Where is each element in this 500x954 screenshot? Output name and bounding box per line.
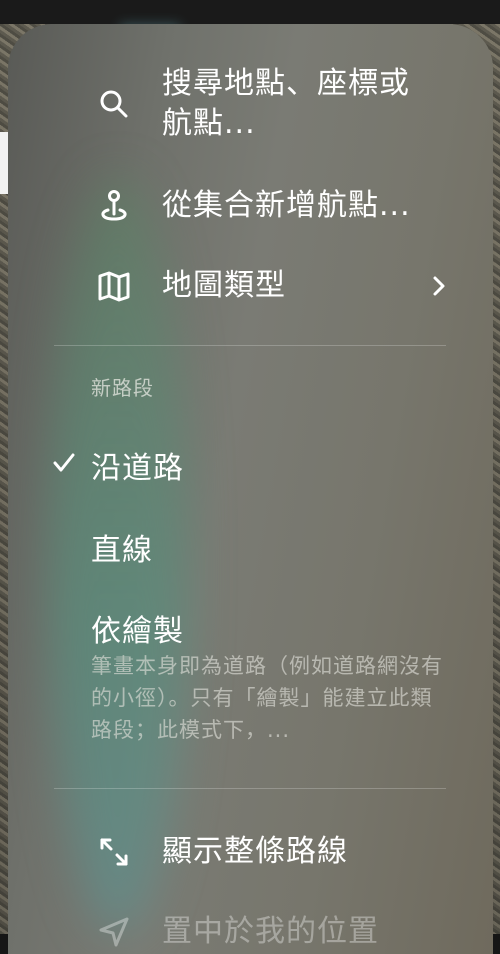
map-type-label: 地圖類型 <box>162 268 286 303</box>
search-menu-item[interactable]: 搜尋地點、座標或 航點... <box>8 64 493 144</box>
segment-option-freehand[interactable]: 依繪製 筆畫本身即為道路（例如道路網沒有的小徑）。只有「繪製」能建立此類路段；此… <box>8 602 493 752</box>
expand-arrows-icon <box>96 834 132 870</box>
show-route-label: 顯示整條路線 <box>162 834 348 869</box>
option-label: 沿道路 <box>91 451 184 486</box>
map-type-item[interactable]: 地圖類型 <box>8 262 493 310</box>
menu-divider <box>54 788 446 789</box>
search-icon <box>96 86 132 122</box>
status-bar <box>0 0 500 24</box>
add-waypoint-label: 從集合新增航點... <box>162 188 411 223</box>
show-entire-route-item[interactable]: 顯示整條路線 <box>8 828 493 876</box>
search-label: 搜尋地點、座標或 航點... <box>162 66 410 141</box>
new-segment-section-title: 新路段 <box>91 376 154 400</box>
option-label: 直線 <box>91 533 153 568</box>
option-label: 依繪製 <box>91 614 184 649</box>
route-options-menu: 搜尋地點、座標或 航點... 從集合新增航點... 地圖類型 新路段 沿道路 直… <box>8 24 493 954</box>
waypoint-pin-icon <box>96 188 132 224</box>
location-arrow-icon <box>96 914 132 950</box>
option-description: 筆畫本身即為道路（例如道路網沒有的小徑）。只有「繪製」能建立此類路段；此模式下，… <box>91 654 443 742</box>
menu-divider <box>54 345 446 346</box>
segment-option-straight-line[interactable]: 直線 <box>8 521 493 569</box>
chevron-right-icon <box>427 274 451 298</box>
checkmark-icon <box>52 451 76 475</box>
map-icon <box>96 268 132 304</box>
segment-option-along-roads[interactable]: 沿道路 <box>8 439 493 487</box>
add-waypoint-from-collection-item[interactable]: 從集合新增航點... <box>8 182 493 230</box>
center-location-label: 置中於我的位置 <box>162 914 379 949</box>
center-on-location-item[interactable]: 置中於我的位置 <box>8 908 493 954</box>
